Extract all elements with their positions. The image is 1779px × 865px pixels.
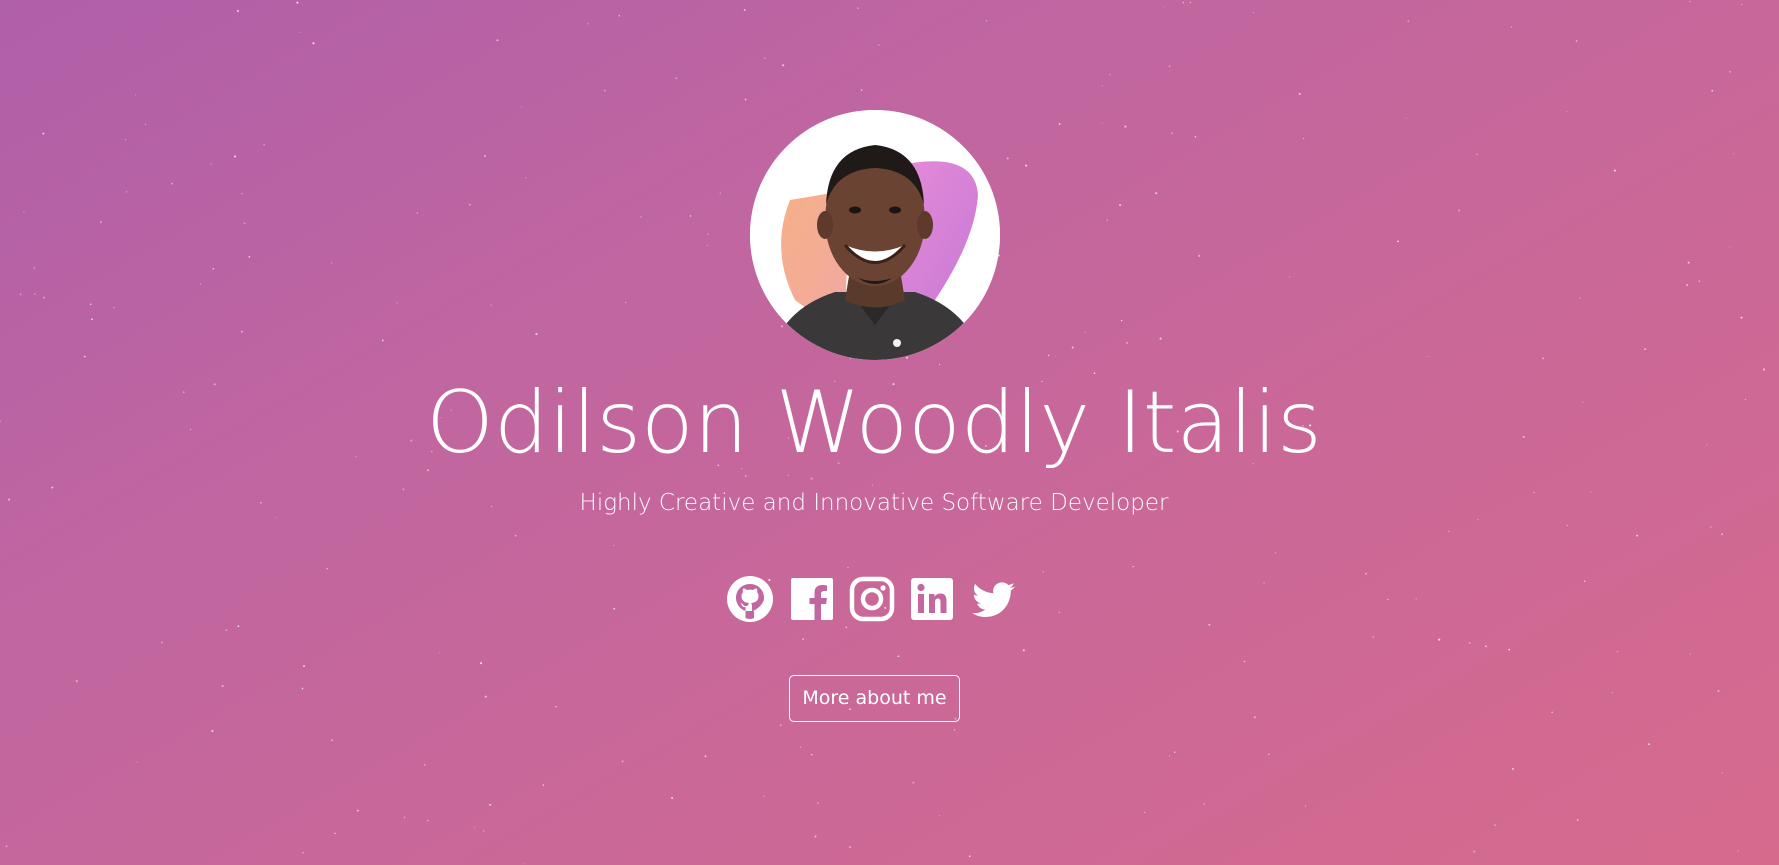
twitter-link[interactable] — [969, 574, 1019, 624]
instagram-icon — [849, 576, 895, 622]
twitter-icon — [972, 582, 1015, 617]
avatar — [750, 110, 1000, 360]
linkedin-link[interactable] — [907, 574, 957, 624]
tagline: Highly Creative and Innovative Software … — [579, 490, 1169, 516]
facebook-link[interactable] — [787, 574, 837, 624]
github-link[interactable] — [725, 574, 775, 624]
facebook-icon — [791, 578, 833, 620]
instagram-link[interactable] — [847, 574, 897, 624]
linkedin-icon — [911, 578, 953, 620]
page-title: Odilson Woodly Italis — [426, 373, 1322, 473]
social-links — [725, 574, 1025, 624]
more-about-me-button[interactable]: More about me — [789, 675, 960, 722]
github-icon — [727, 576, 773, 622]
hero-section: Odilson Woodly Italis Highly Creative an… — [0, 0, 1779, 865]
